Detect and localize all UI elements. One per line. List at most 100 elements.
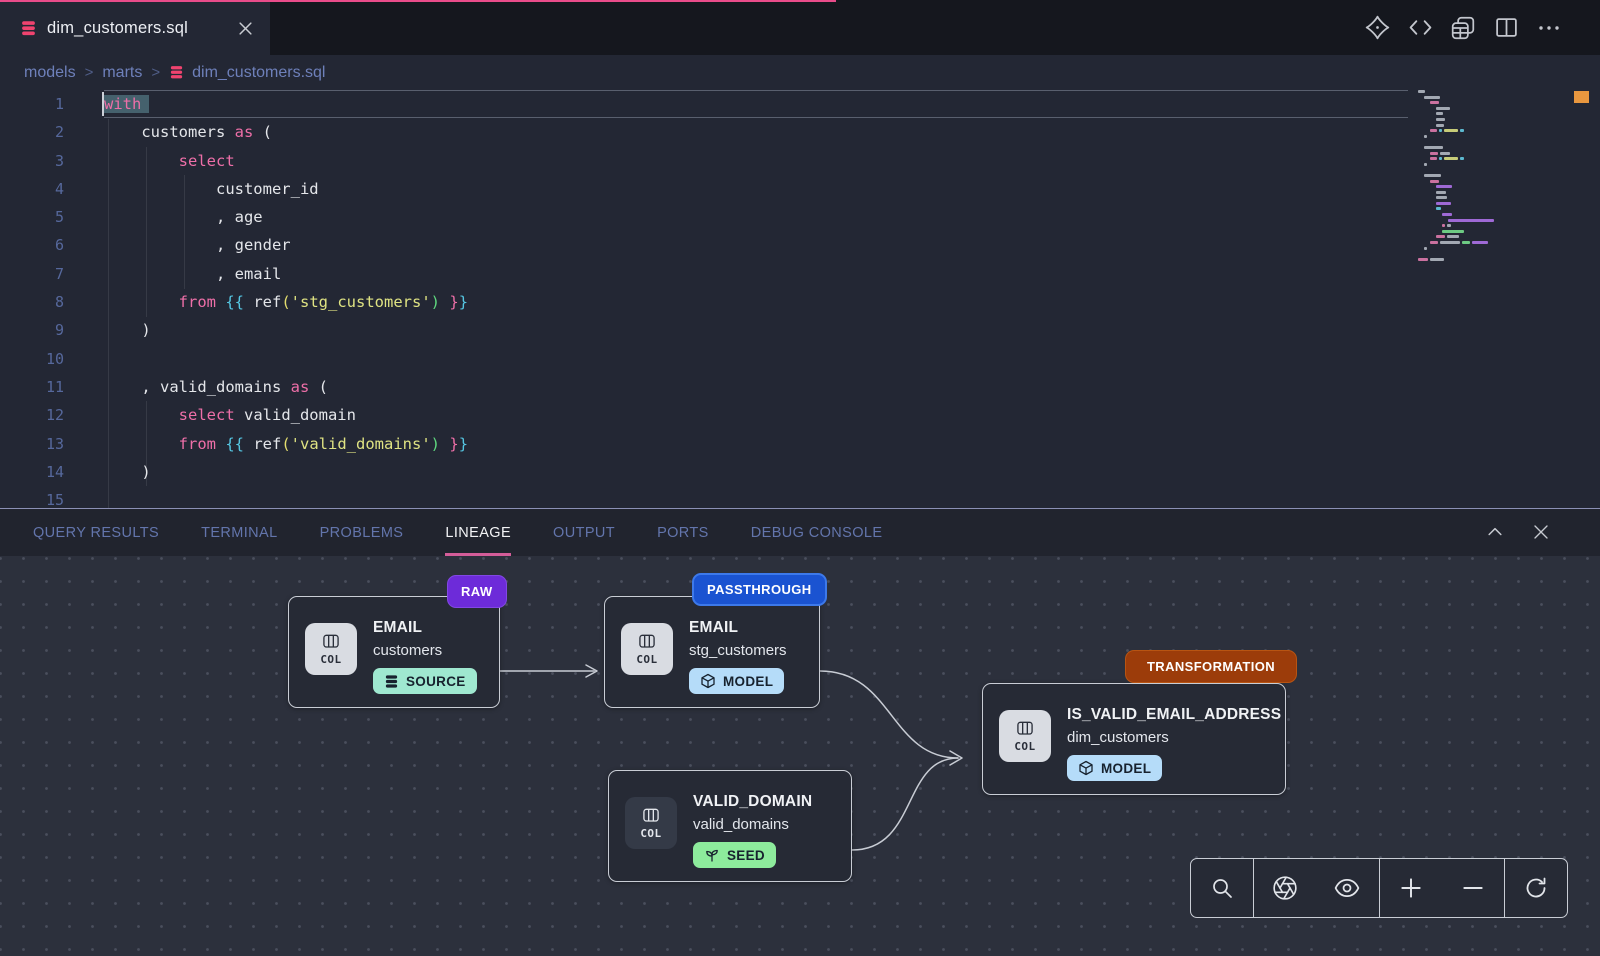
ide-window: dim_customers.sql [0, 0, 1600, 956]
line-number: 15 [0, 486, 104, 508]
minimap[interactable] [1418, 90, 1544, 290]
node-column-name: EMAIL [689, 619, 787, 637]
column-chip: COL [625, 797, 677, 849]
code-line[interactable]: 9 ) [0, 316, 1600, 344]
code-text: , email [104, 260, 281, 288]
panel-tab-debug-console[interactable]: DEBUG CONSOLE [751, 509, 883, 556]
node-table-name: stg_customers [689, 642, 787, 659]
code-editor[interactable]: 1with2 customers as (3 select4 customer_… [0, 90, 1600, 508]
code-line[interactable]: 1with [0, 90, 1600, 118]
node-column-name: VALID_DOMAIN [693, 793, 812, 811]
tab-dim-customers-sql[interactable]: dim_customers.sql [0, 2, 270, 55]
editor-actions [1364, 0, 1562, 55]
code-line[interactable]: 10 [0, 345, 1600, 373]
indent-guide [146, 147, 147, 317]
lineage-node-valid_domains[interactable]: COLVALID_DOMAINvalid_domainsSEED [608, 770, 852, 882]
line-number: 6 [0, 231, 104, 259]
zoom-out-icon[interactable] [1451, 866, 1495, 910]
panel-tab-output[interactable]: OUTPUT [553, 509, 615, 556]
breadcrumb-separator: > [151, 64, 160, 81]
code-line[interactable]: 6 , gender [0, 231, 1600, 259]
panel-tab-lineage[interactable]: LINEAGE [445, 509, 511, 556]
panel-tab-bar: QUERY RESULTS TERMINAL PROBLEMS LINEAGE OUTP… [0, 508, 1600, 556]
cube-icon [1078, 760, 1094, 776]
split-editor-icon[interactable] [1493, 15, 1519, 41]
cube-icon [700, 673, 716, 689]
panel-actions [1484, 508, 1552, 556]
code-line[interactable]: 2 customers as ( [0, 118, 1600, 146]
code-text: , gender [104, 231, 291, 259]
line-number: 8 [0, 288, 104, 316]
node-table-name: dim_customers [1067, 729, 1281, 746]
lineage-node-dim_customers[interactable]: COL IS_VALID_EMAIL_ADDRESS dim_customers MO… [982, 683, 1286, 795]
panel-tab-problems[interactable]: PROBLEMS [320, 509, 404, 556]
node-table-name: valid_domains [693, 816, 812, 833]
panel-tab-query-results[interactable]: QUERY RESULTS [33, 509, 159, 556]
code-line[interactable]: 5 , age [0, 203, 1600, 231]
code-icon[interactable] [1407, 15, 1433, 41]
node-column-name: IS_VALID_EMAIL_ADDRESS [1067, 706, 1281, 724]
refresh-icon[interactable] [1514, 866, 1558, 910]
panel-tab-terminal[interactable]: TERMINAL [201, 509, 278, 556]
breadcrumb-marts[interactable]: marts [102, 64, 142, 82]
code-line[interactable]: 3 select [0, 147, 1600, 175]
code-line[interactable]: 15 [0, 486, 1600, 508]
code-text: customer_id [104, 175, 319, 203]
text-cursor [102, 92, 104, 116]
code-line[interactable]: 8 from {{ ref('stg_customers') }} [0, 288, 1600, 316]
code-line[interactable]: 11 , valid_domains as ( [0, 373, 1600, 401]
line-number: 7 [0, 260, 104, 288]
chip-label: COL [320, 653, 341, 666]
category-badge-raw: RAW [447, 575, 507, 608]
breadcrumb: models > marts > dim_customers.sql [0, 55, 1600, 90]
category-badge-passthrough: PASSTHROUGH [692, 573, 827, 606]
line-number: 12 [0, 401, 104, 429]
breadcrumb-separator: > [85, 64, 94, 81]
code-line[interactable]: 12 select valid_domain [0, 401, 1600, 429]
lineage-node-stg_customers[interactable]: COL EMAIL stg_customers MODEL [604, 596, 820, 708]
code-line[interactable]: 7 , email [0, 260, 1600, 288]
search-icon[interactable] [1200, 866, 1244, 910]
code-text: ) [104, 316, 151, 344]
code-text: from {{ ref('valid_domains') }} [104, 430, 468, 458]
lineage-canvas[interactable]: RAWCOLEMAILcustomersSOURCEPASSTHROUGHCOL… [0, 556, 1600, 956]
eye-icon[interactable] [1325, 866, 1369, 910]
line-number: 5 [0, 203, 104, 231]
dbt-logo-icon[interactable] [1364, 15, 1390, 41]
code-text: with [104, 90, 149, 118]
line-number: 11 [0, 373, 104, 401]
node-type-badge: MODEL [689, 668, 784, 694]
node-column-name: EMAIL [373, 619, 477, 637]
line-number: 9 [0, 316, 104, 344]
line-number: 4 [0, 175, 104, 203]
database-icon [169, 65, 184, 80]
node-type-badge: SOURCE [373, 668, 477, 694]
chip-label: COL [1014, 740, 1035, 753]
column-chip: COL [305, 623, 357, 675]
aperture-icon[interactable] [1263, 866, 1307, 910]
breadcrumb-models[interactable]: models [24, 64, 76, 82]
code-text: select valid_domain [104, 401, 356, 429]
code-line[interactable]: 4 customer_id [0, 175, 1600, 203]
line-number: 1 [0, 90, 104, 118]
more-icon[interactable] [1536, 15, 1562, 41]
category-badge-transformation: TRANSFORMATION [1125, 650, 1297, 683]
breadcrumb-file[interactable]: dim_customers.sql [169, 64, 325, 82]
lineage-toolbar [1190, 858, 1568, 918]
code-text: , valid_domains as ( [104, 373, 328, 401]
copy-table-icon[interactable] [1450, 15, 1476, 41]
column-chip: COL [999, 710, 1051, 762]
close-icon[interactable] [1530, 521, 1552, 543]
code-text: ) [104, 458, 151, 486]
overview-ruler-marker [1574, 91, 1589, 103]
code-line[interactable]: 13 from {{ ref('valid_domains') }} [0, 430, 1600, 458]
code-line[interactable]: 14 ) [0, 458, 1600, 486]
chevron-up-icon[interactable] [1484, 521, 1506, 543]
chip-label: COL [636, 653, 657, 666]
tab-close-icon[interactable] [234, 18, 256, 40]
lineage-node-customers[interactable]: COLEMAILcustomersSOURCE [288, 596, 500, 708]
panel-tab-ports[interactable]: PORTS [657, 509, 709, 556]
zoom-in-icon[interactable] [1389, 866, 1433, 910]
node-type-badge: MODEL [1067, 755, 1162, 781]
code-text: select [104, 147, 235, 175]
